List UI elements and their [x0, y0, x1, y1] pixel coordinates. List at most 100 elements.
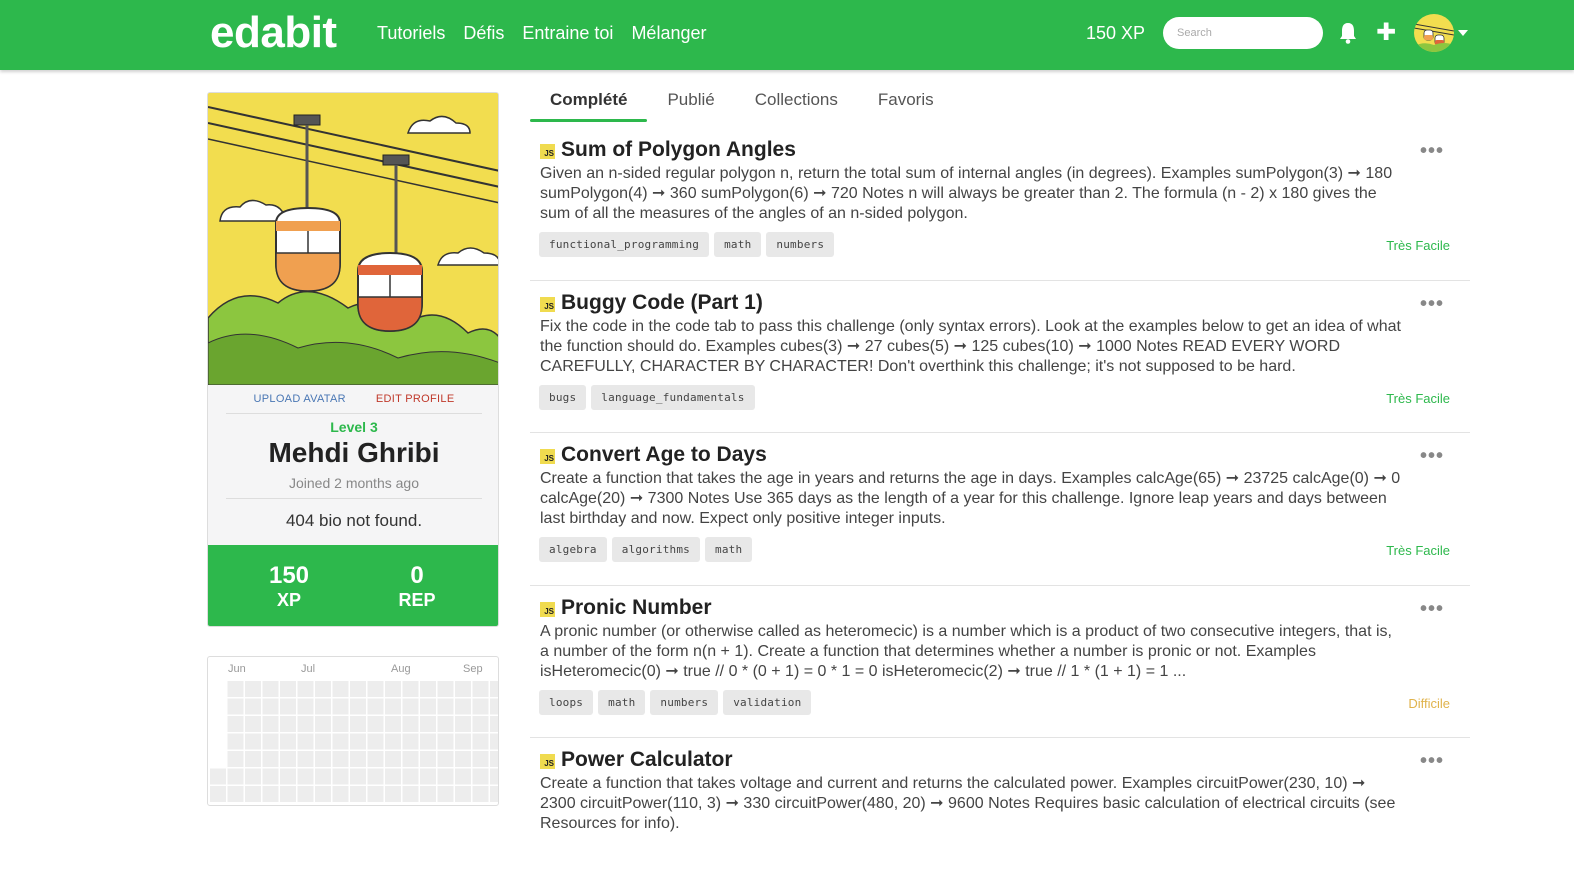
tag[interactable]: algebra — [539, 537, 607, 562]
calendar-day-cell — [437, 716, 454, 732]
user-level: Level 3 — [330, 419, 378, 435]
bell-icon[interactable] — [1338, 20, 1358, 46]
calendar-day-cell — [455, 786, 471, 802]
plus-icon[interactable]: ✚ — [1376, 18, 1396, 47]
nav-link-practice[interactable]: Entraine toi — [522, 23, 613, 44]
chevron-down-icon[interactable] — [1458, 30, 1468, 36]
calendar-day-cell — [227, 786, 244, 802]
calendar-day-cell — [350, 751, 366, 767]
tag[interactable]: math — [705, 537, 753, 562]
challenge-tags: functional_programming math numbers — [539, 232, 835, 257]
edabit-logo[interactable]: edabit — [210, 8, 337, 58]
xp-value: 150 — [268, 562, 310, 589]
calendar-day-cell — [437, 681, 454, 697]
more-options-icon[interactable]: ••• — [1420, 293, 1444, 316]
challenge-title[interactable]: Sum of Polygon Angles — [561, 138, 796, 162]
calendar-day-cell — [472, 716, 489, 732]
calendar-months: Jun Jul Aug Sep — [208, 663, 498, 677]
calendar-day-cell — [472, 681, 489, 697]
calendar-day-cell — [315, 733, 331, 750]
tag[interactable]: validation — [723, 689, 812, 715]
tag[interactable]: algorithms — [611, 537, 700, 562]
calendar-day-cell — [490, 751, 498, 767]
stats-panel: 150 XP 0 REP — [208, 545, 498, 626]
calendar-day-cell — [245, 751, 261, 767]
nav-link-shuffle[interactable]: Mélanger — [631, 23, 706, 44]
calendar-day-cell — [350, 681, 366, 697]
nav-xp-counter: 150 XP — [1086, 23, 1146, 43]
calendar-day-cell — [420, 768, 436, 785]
calendar-day-cell — [472, 786, 489, 802]
calendar-day-cell — [315, 681, 331, 697]
calendar-day-cell — [490, 768, 498, 785]
more-options-icon[interactable]: ••• — [1420, 750, 1444, 773]
tag[interactable]: numbers — [650, 689, 719, 715]
calendar-day-cell — [332, 698, 349, 715]
calendar-day-cell — [262, 751, 279, 767]
calendar-day-cell — [280, 733, 296, 750]
calendar-day-cell — [420, 751, 436, 767]
challenge-description: Create a function that takes the age in … — [540, 470, 1401, 527]
calendar-day-cell — [367, 698, 384, 715]
more-options-icon[interactable]: ••• — [1420, 445, 1444, 468]
calendar-day-cell — [227, 768, 244, 785]
divider — [226, 413, 482, 414]
nav-link-tutorials[interactable]: Tutoriels — [377, 23, 445, 44]
rep-value: 0 — [410, 562, 424, 589]
tag[interactable]: numbers — [766, 232, 835, 257]
tab-collections[interactable]: Collections — [735, 82, 858, 122]
calendar-day-cell — [280, 786, 296, 802]
tag[interactable]: language_fundamentals — [591, 384, 755, 410]
calendar-day-cell — [455, 681, 471, 697]
calendar-day-cell — [227, 733, 244, 750]
challenge-title[interactable]: Convert Age to Days — [561, 443, 767, 467]
challenge-list: JS Sum of Polygon Angles ••• Given an n-… — [530, 128, 1470, 891]
calendar-day-cell — [297, 681, 314, 697]
xp-stat: 150 XP — [239, 563, 339, 611]
calendar-day-cell — [402, 698, 419, 715]
tab-completed[interactable]: Complété — [530, 82, 648, 122]
search-input[interactable] — [1163, 17, 1323, 49]
tag[interactable]: math — [598, 689, 646, 715]
challenge-title[interactable]: Power Calculator — [561, 748, 733, 772]
calendar-day-cell — [297, 786, 314, 802]
calendar-day-cell — [367, 786, 384, 802]
calendar-day-cell — [245, 733, 261, 750]
divider — [226, 498, 482, 499]
challenge-description: Create a function that takes voltage and… — [540, 775, 1396, 832]
calendar-month-label: Aug — [391, 663, 411, 675]
activity-calendar: Jun Jul Aug Sep — [207, 656, 499, 806]
challenge-item: JS Buggy Code (Part 1) ••• Fix the code … — [530, 281, 1470, 433]
calendar-day-cell — [262, 768, 279, 785]
challenge-title[interactable]: Pronic Number — [561, 596, 712, 620]
upload-avatar-link[interactable]: UPLOAD AVATAR — [254, 393, 346, 405]
challenge-title[interactable]: Buggy Code (Part 1) — [561, 291, 763, 315]
calendar-grid — [210, 681, 498, 802]
tab-favorites[interactable]: Favoris — [858, 82, 954, 122]
nav-link-challenges[interactable]: Défis — [463, 23, 504, 44]
calendar-day-cell — [437, 698, 454, 715]
challenge-description: Fix the code in the code tab to pass thi… — [540, 317, 1401, 375]
edit-profile-link[interactable]: EDIT PROFILE — [376, 393, 455, 405]
calendar-day-cell — [402, 751, 419, 767]
calendar-day-cell — [280, 716, 296, 732]
calendar-day-cell — [455, 768, 471, 785]
more-options-icon[interactable]: ••• — [1420, 140, 1444, 163]
calendar-day-cell — [490, 681, 498, 697]
calendar-day-cell — [367, 716, 384, 732]
more-options-icon[interactable]: ••• — [1420, 598, 1444, 621]
calendar-day-cell — [385, 716, 401, 732]
calendar-day-cell — [367, 751, 384, 767]
calendar-day-cell — [367, 681, 384, 697]
tag[interactable]: bugs — [539, 384, 587, 410]
tab-published[interactable]: Publié — [647, 82, 734, 122]
calendar-day-cell — [332, 786, 349, 802]
tag[interactable]: functional_programming — [539, 232, 710, 257]
calendar-day-cell — [297, 698, 314, 715]
calendar-day-cell — [455, 733, 471, 750]
tag[interactable]: loops — [539, 689, 594, 715]
calendar-day-cell — [245, 716, 261, 732]
tag[interactable]: math — [714, 232, 762, 257]
user-avatar[interactable] — [1414, 14, 1454, 52]
calendar-day-cell — [332, 716, 349, 732]
